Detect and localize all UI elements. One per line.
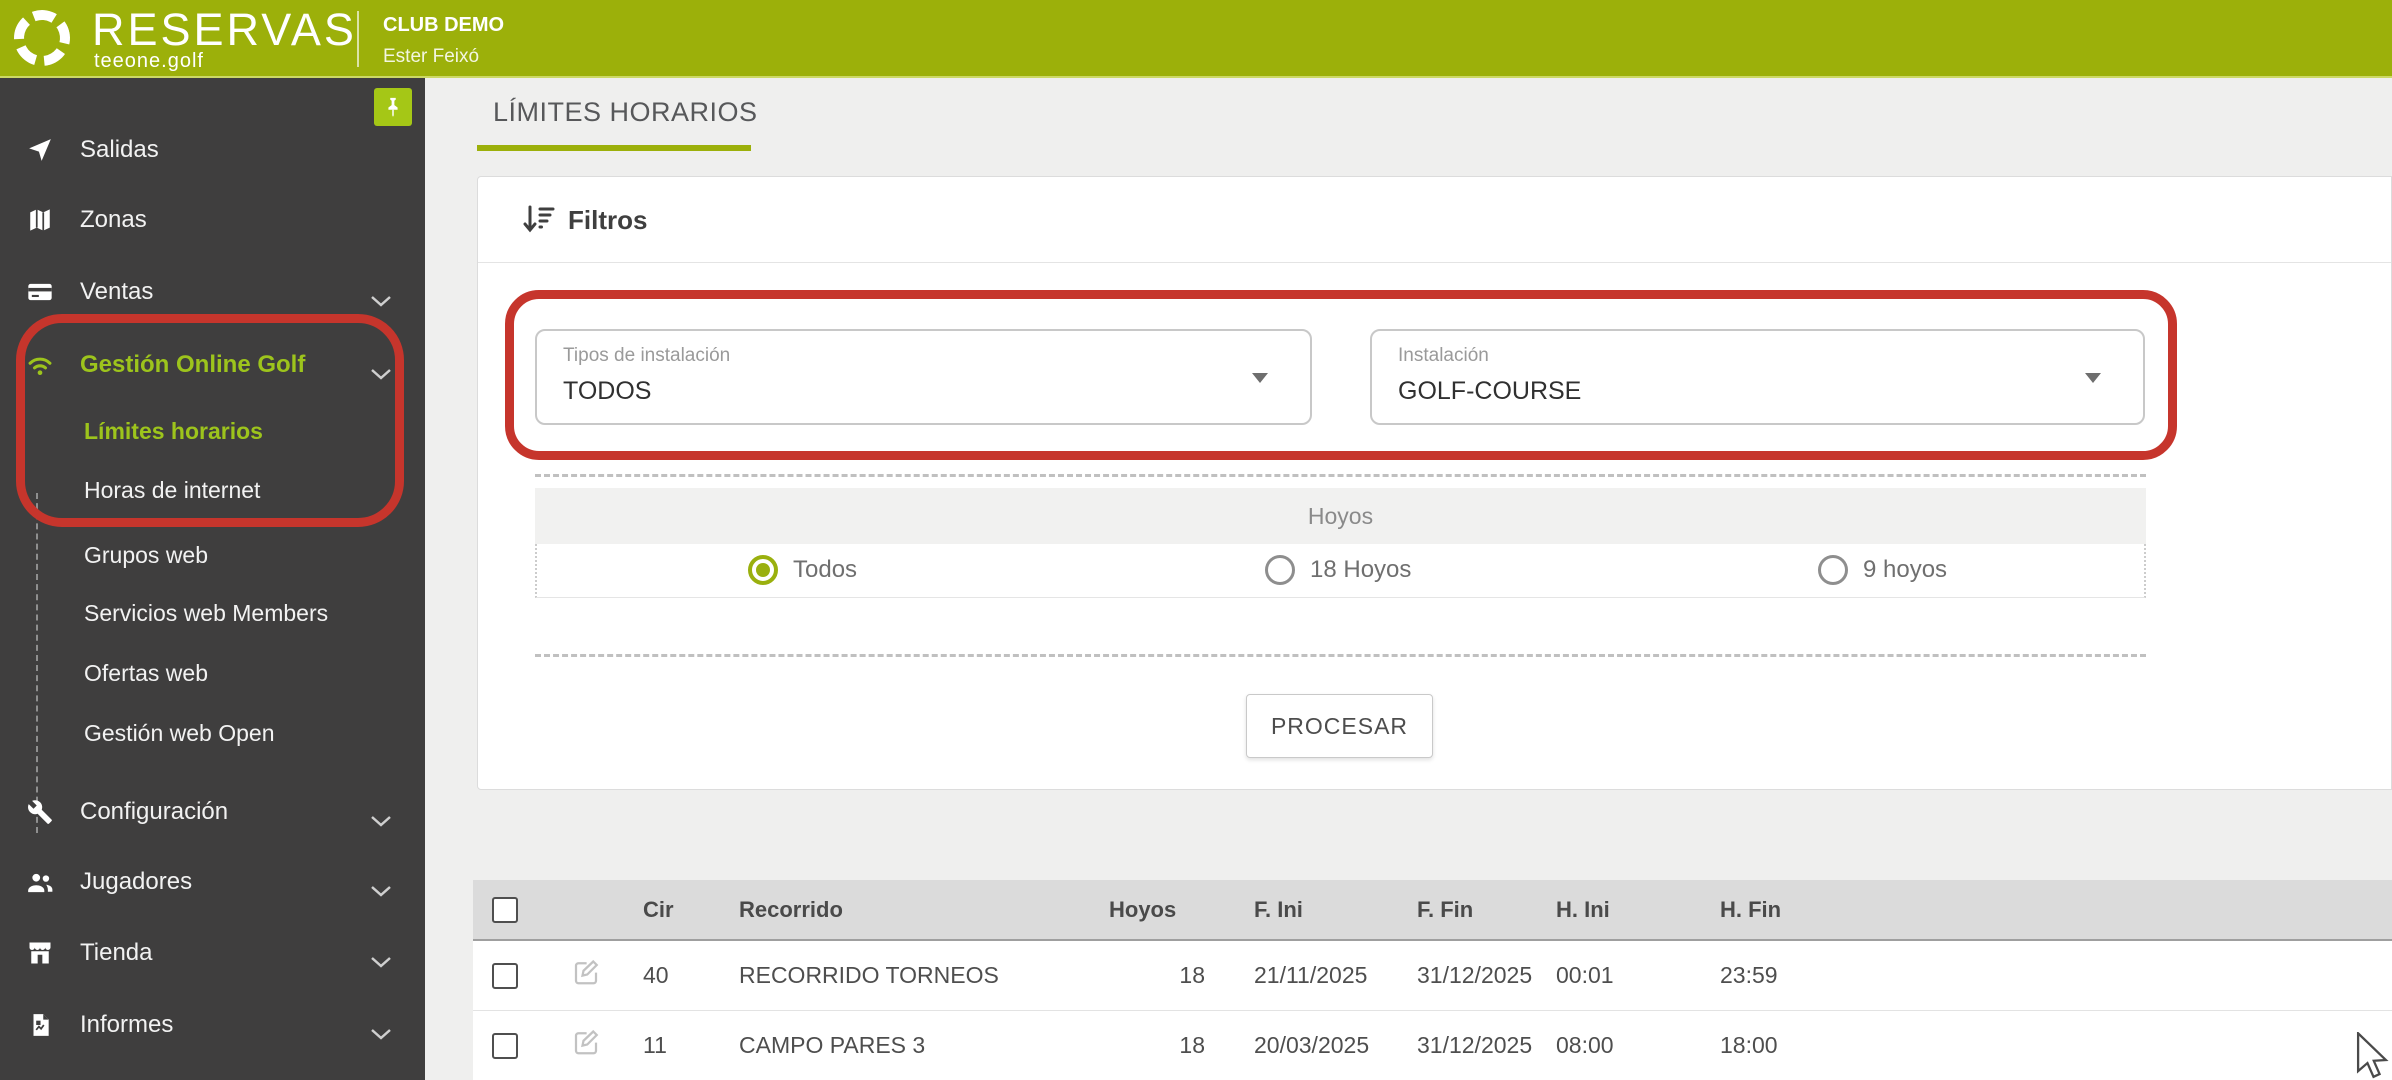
col-f-ini[interactable]: F. Ini [1229, 880, 1392, 941]
filters-panel: Filtros Tipos de instalación TODOS Insta… [477, 176, 2392, 790]
col-cir[interactable]: Cir [623, 880, 719, 941]
radio-unselected-icon[interactable] [1265, 555, 1295, 585]
sidebar-item-informes[interactable]: Informes [0, 1001, 425, 1049]
brand-logo-icon [6, 2, 78, 74]
procesar-button[interactable]: PROCESAR [1246, 694, 1433, 758]
select-all-checkbox[interactable] [492, 897, 518, 924]
wifi-icon [26, 351, 54, 379]
tipos-de-instalacion-value: TODOS [563, 377, 652, 405]
sidebar-item-tienda[interactable]: Tienda [0, 929, 425, 977]
app-header: RESERVAS teeone.golf CLUB DEMO Ester Fei… [0, 0, 2392, 78]
sidebar-item-salidas[interactable]: Salidas [0, 126, 425, 174]
edit-icon[interactable] [571, 960, 601, 992]
cell-cir: 11 [623, 1009, 719, 1080]
holes-radio-group: Todos 18 Hoyos 9 hoyos [535, 544, 2146, 598]
sidebar-item-zonas[interactable]: Zonas [0, 196, 425, 244]
col-f-fin[interactable]: F. Fin [1392, 880, 1531, 941]
sidebar: Salidas Zonas Ventas Gestión Online Golf… [0, 78, 425, 1080]
cell-recorrido: CAMPO PARES 3 [719, 1009, 1109, 1080]
brand-name: RESERVAS [92, 4, 357, 55]
radio-unselected-icon[interactable] [1818, 555, 1848, 585]
edit-icon[interactable] [571, 1030, 601, 1062]
mouse-cursor [2356, 1032, 2389, 1079]
chevron-down-icon [370, 876, 392, 904]
pushpin-icon [388, 97, 398, 117]
cell-hoyos: 18 [1179, 961, 1205, 988]
radio-todos[interactable]: Todos [748, 555, 857, 585]
cell-hoyos: 18 [1109, 1009, 1229, 1080]
navigation-icon [26, 136, 54, 164]
filters-title: Filtros [568, 205, 648, 235]
instalacion-label: Instalación [1398, 345, 1489, 366]
cell-f-ini: 21/11/2025 [1254, 961, 1368, 988]
cell-h-ini: 00:01 [1556, 961, 1614, 988]
radio-18-hoyos[interactable]: 18 Hoyos [1265, 555, 1411, 585]
chevron-down-icon [370, 359, 392, 387]
instalacion-value: GOLF-COURSE [1398, 377, 1582, 405]
card-icon [26, 278, 54, 306]
store-icon [26, 939, 54, 967]
col-recorrido[interactable]: Recorrido [719, 880, 1109, 941]
club-name: CLUB DEMO [383, 14, 505, 36]
col-h-fin[interactable]: H. Fin [1695, 880, 2392, 941]
cell-recorrido: RECORRIDO TORNEOS [739, 961, 999, 988]
dropdown-arrow-icon [1252, 373, 1268, 383]
sidebar-subitem-grupos-web[interactable]: Grupos web [0, 533, 425, 577]
cell-h-ini: 08:00 [1531, 1009, 1695, 1080]
tab-active-underline [477, 145, 751, 151]
row-checkbox[interactable] [492, 1033, 518, 1060]
sidebar-item-gestion-online-golf[interactable]: Gestión Online Golf [0, 341, 425, 389]
instalacion-select[interactable]: Instalación GOLF-COURSE [1370, 329, 2145, 425]
sidebar-subitem-gestion-web-open[interactable]: Gestión web Open [0, 711, 425, 755]
sidebar-subitem-horas-de-internet[interactable]: Horas de internet [0, 468, 425, 512]
tipos-de-instalacion-select[interactable]: Tipos de instalación TODOS [535, 329, 1312, 425]
cell-h-fin: 18:00 [1695, 1009, 2392, 1080]
report-icon [26, 1011, 54, 1039]
sidebar-subitem-limites-horarios[interactable]: Límites horarios [0, 409, 425, 453]
chevron-down-icon [370, 947, 392, 975]
table-header-row: Cir Recorrido Hoyos F. Ini F. Fin H. Ini… [473, 880, 2392, 941]
sidebar-subitem-servicios-web-members[interactable]: Servicios web Members [0, 591, 425, 635]
map-icon [26, 206, 54, 234]
tab-limites-horarios[interactable]: LÍMITES HORARIOS [493, 97, 758, 128]
cell-h-fin: 23:59 [1720, 961, 1778, 988]
dropdown-arrow-icon [2085, 373, 2101, 383]
chevron-down-icon [370, 806, 392, 834]
users-icon [26, 868, 54, 896]
separator-dashed [535, 654, 2146, 657]
col-h-ini[interactable]: H. Ini [1531, 880, 1695, 941]
cell-f-fin: 31/12/2025 [1417, 961, 1533, 988]
user-name: Ester Feixó [383, 46, 480, 67]
col-hoyos[interactable]: Hoyos [1109, 880, 1229, 941]
chevron-down-icon [370, 286, 392, 314]
holes-section-header: Hoyos [535, 488, 2146, 544]
brand-domain: teeone.golf [94, 50, 204, 72]
filters-panel-header[interactable]: Filtros [478, 177, 2391, 263]
sidebar-item-jugadores[interactable]: Jugadores [0, 858, 425, 906]
sidebar-item-configuracion[interactable]: Configuración [0, 788, 425, 836]
wrench-icon [26, 798, 54, 826]
radio-selected-icon[interactable] [748, 555, 778, 585]
cell-cir: 40 [643, 961, 669, 988]
sidebar-subitem-ofertas-web[interactable]: Ofertas web [0, 651, 425, 695]
radio-9-hoyos[interactable]: 9 hoyos [1818, 555, 1947, 585]
sidebar-item-ventas[interactable]: Ventas [0, 268, 425, 316]
cell-f-ini: 20/03/2025 [1229, 1009, 1392, 1080]
tipos-de-instalacion-label: Tipos de instalación [563, 345, 731, 366]
filter-sort-icon [522, 203, 556, 240]
row-checkbox[interactable] [492, 963, 518, 990]
limits-table: Cir Recorrido Hoyos F. Ini F. Fin H. Ini… [473, 880, 2392, 1080]
header-divider [357, 11, 359, 67]
chevron-down-icon [370, 1019, 392, 1047]
separator-dashed [535, 474, 2146, 477]
pin-sidebar-button[interactable] [374, 88, 412, 126]
table-row: 40 RECORRIDO TORNEOS 18 21/11/2025 31/12… [473, 940, 2392, 1010]
cell-f-fin: 31/12/2025 [1392, 1009, 1532, 1080]
edit-column-header [548, 880, 623, 941]
table-row: 11 CAMPO PARES 3 18 20/03/2025 31/12/202… [473, 1009, 2392, 1080]
